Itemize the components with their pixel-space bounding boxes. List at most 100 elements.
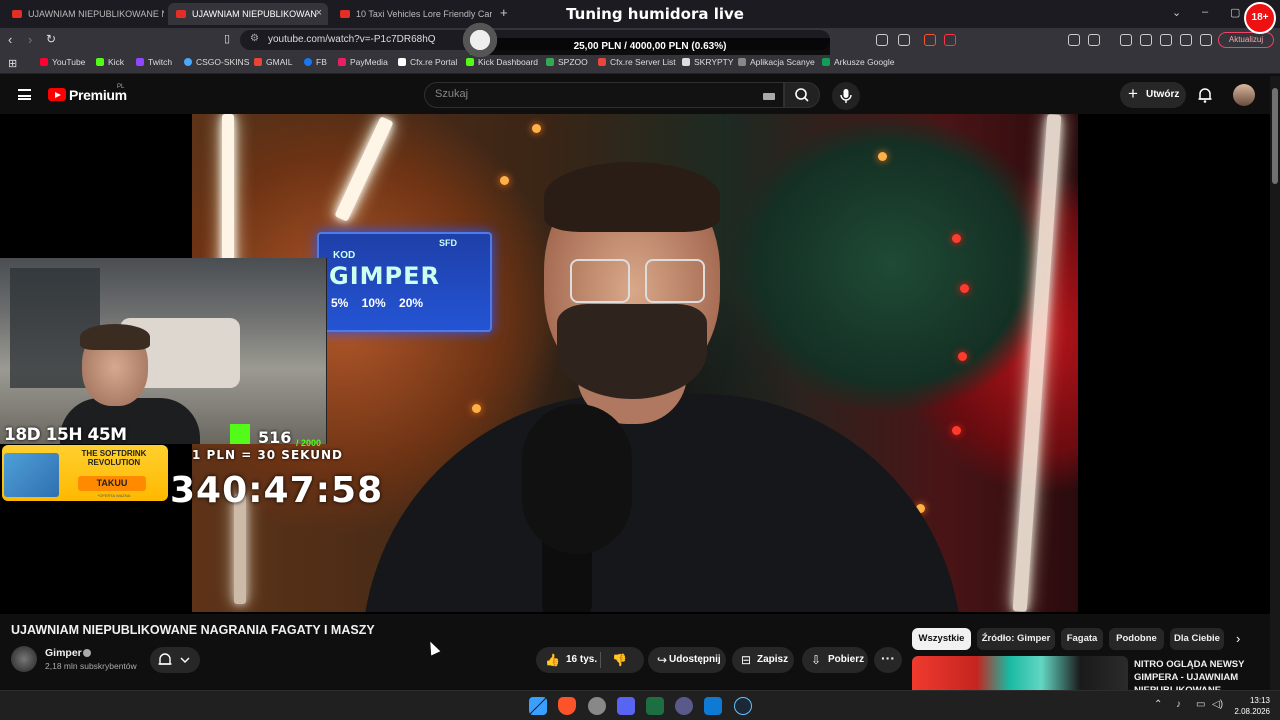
notifications-bell-icon[interactable]: [1196, 86, 1214, 104]
download-label: Pobierz: [828, 654, 865, 665]
reload-icon[interactable]: ↻: [46, 32, 56, 46]
tray-chevron-icon[interactable]: ⌃: [1154, 699, 1162, 710]
video-player[interactable]: SFD KOD GIMPER 5% 10% 20%: [0, 114, 1270, 614]
save-button[interactable]: ⊟ Zapisz: [732, 647, 794, 673]
brave-rewards-icon[interactable]: [944, 34, 956, 46]
browser-tab[interactable]: 10 Taxi Vehicles Lore Friendly Cars GT: [332, 3, 492, 25]
search-button[interactable]: [784, 82, 820, 108]
user-avatar[interactable]: [1233, 84, 1255, 106]
chip-all[interactable]: Wszystkie: [912, 628, 971, 650]
country-code: PL: [117, 84, 125, 90]
more-actions-button[interactable]: ···: [874, 647, 902, 673]
bookmark-scanye[interactable]: Aplikacja Scanye: [738, 57, 815, 67]
media-icon[interactable]: [1120, 34, 1132, 46]
hamburger-menu-icon[interactable]: [18, 89, 31, 100]
download-button[interactable]: ⇩ Pobierz: [802, 647, 868, 673]
bookmark-kick[interactable]: Kick: [96, 57, 124, 67]
scrollbar-thumb[interactable]: [1272, 88, 1278, 184]
save-bookmark-icon: ⊟: [741, 653, 752, 667]
bookmark-csgo-skins[interactable]: CSGO-SKINS: [184, 57, 249, 67]
page-scrollbar[interactable]: [1270, 76, 1280, 690]
bookmark-gmail[interactable]: GMAIL: [254, 57, 292, 67]
forward-arrow-icon[interactable]: ›: [28, 32, 32, 47]
kick-follower-count: 516: [258, 428, 292, 447]
browser-tab-active[interactable]: UJAWNIAM NIEPUBLIKOWAN ×: [168, 3, 328, 25]
back-arrow-icon[interactable]: ‹: [8, 32, 12, 47]
bookmark-arkusze-google[interactable]: Arkusze Google: [822, 57, 894, 67]
chip-for-you[interactable]: Dla Ciebie: [1170, 628, 1224, 650]
bookmark-cfx-server-list[interactable]: Cfx.re Server List: [598, 57, 676, 67]
vpn-icon[interactable]: [1200, 34, 1212, 46]
bookmark-youtube[interactable]: YouTube: [40, 57, 85, 67]
youtube-logo-icon[interactable]: [48, 88, 66, 101]
update-button[interactable]: Aktualizuj: [1218, 32, 1274, 48]
thumbs-down-icon[interactable]: 👎: [612, 653, 627, 667]
voice-search-button[interactable]: [832, 82, 860, 110]
windows-start-icon[interactable]: [529, 697, 547, 715]
bulb-light: [500, 176, 509, 185]
tab-list-button[interactable]: ⌄: [1172, 6, 1181, 19]
chip-similar[interactable]: Podobne: [1109, 628, 1164, 650]
recommended-video-thumbnail[interactable]: [912, 656, 1128, 690]
sponsor-sign: SFD KOD GIMPER 5% 10% 20%: [317, 232, 492, 332]
download-icon: ⇩: [811, 653, 822, 667]
extension-icon[interactable]: [1088, 34, 1100, 46]
new-tab-button[interactable]: +: [500, 5, 508, 20]
save-label: Zapisz: [757, 654, 789, 665]
chip-source-gimper[interactable]: Źródło: Gimper: [977, 628, 1055, 650]
bookmark-paymedia[interactable]: PayMedia: [338, 57, 388, 67]
sidebar-icon[interactable]: [1140, 34, 1152, 46]
search-box: [424, 82, 784, 108]
app-icon[interactable]: [675, 697, 693, 715]
brave-shield-icon[interactable]: [924, 34, 936, 46]
share-button[interactable]: ↪ Udostępnij: [648, 647, 726, 673]
search-input[interactable]: [435, 88, 745, 100]
bookmark-spzoo[interactable]: SPZOO: [546, 57, 588, 67]
chip-fagata[interactable]: Fagata: [1061, 628, 1103, 650]
profile-badge[interactable]: 18+: [1244, 2, 1276, 34]
bookmark-skrypty[interactable]: SKRYPTY: [682, 57, 734, 67]
subscribed-notification-button[interactable]: [150, 647, 200, 673]
scanye-icon: [738, 58, 746, 66]
site-info-icon[interactable]: ⚙: [250, 33, 259, 44]
chrome-icon[interactable]: [588, 697, 606, 715]
bulb-light: [958, 352, 967, 361]
apps-grid-icon[interactable]: ⊞: [8, 57, 17, 70]
ad-button: TAKUU: [78, 476, 146, 491]
share-icon[interactable]: [898, 34, 910, 46]
bookmark-cfx-portal[interactable]: Cfx.re Portal: [398, 57, 457, 67]
brave-browser-icon[interactable]: [558, 697, 576, 715]
steam-icon[interactable]: [734, 697, 752, 715]
kick-follower-goal: / 2000: [296, 438, 322, 448]
volume-icon[interactable]: ◁): [1212, 699, 1223, 710]
create-button[interactable]: Utwórz: [1120, 81, 1186, 108]
vscode-icon[interactable]: [704, 697, 722, 715]
close-tab-icon[interactable]: ×: [316, 7, 322, 19]
cam-hair: [80, 324, 150, 350]
screen-cast-icon[interactable]: [876, 34, 888, 46]
leo-ai-icon[interactable]: [1180, 34, 1192, 46]
discord-icon[interactable]: [617, 697, 635, 715]
monitor-tray-icon[interactable]: ▭: [1196, 699, 1205, 710]
bookmarks-bar: ⊞ YouTube Kick Twitch CSGO-SKINS GMAIL F…: [0, 52, 1280, 74]
bookmark-fb[interactable]: FB: [304, 57, 327, 67]
extension-icon[interactable]: [1068, 34, 1080, 46]
tab-label: UJAWNIAM NIEPUBLIKOWANE NAGR: [28, 9, 164, 19]
chevron-right-icon[interactable]: ›: [1236, 631, 1240, 646]
stream-title: Tuning humidora live: [566, 5, 744, 23]
channel-name[interactable]: Gimper: [45, 647, 82, 659]
microphone-tray-icon[interactable]: ♪: [1176, 699, 1181, 710]
bookmark-icon[interactable]: ▯: [224, 32, 230, 45]
browser-tab[interactable]: UJAWNIAM NIEPUBLIKOWANE NAGR: [4, 3, 164, 25]
bookmark-twitch[interactable]: Twitch: [136, 57, 172, 67]
like-button[interactable]: 👍 16 tys.: [536, 647, 644, 673]
system-clock[interactable]: 13:13 2.08.2026: [1234, 695, 1270, 717]
extensions-puzzle-icon[interactable]: [1160, 34, 1172, 46]
excel-icon[interactable]: [646, 697, 664, 715]
channel-avatar[interactable]: [11, 646, 37, 672]
maximize-button[interactable]: ▢: [1230, 6, 1240, 19]
keyboard-icon[interactable]: [763, 93, 775, 100]
minimize-button[interactable]: –: [1202, 6, 1208, 18]
tab-label: UJAWNIAM NIEPUBLIKOWAN: [192, 9, 317, 19]
like-divider: [600, 652, 601, 668]
